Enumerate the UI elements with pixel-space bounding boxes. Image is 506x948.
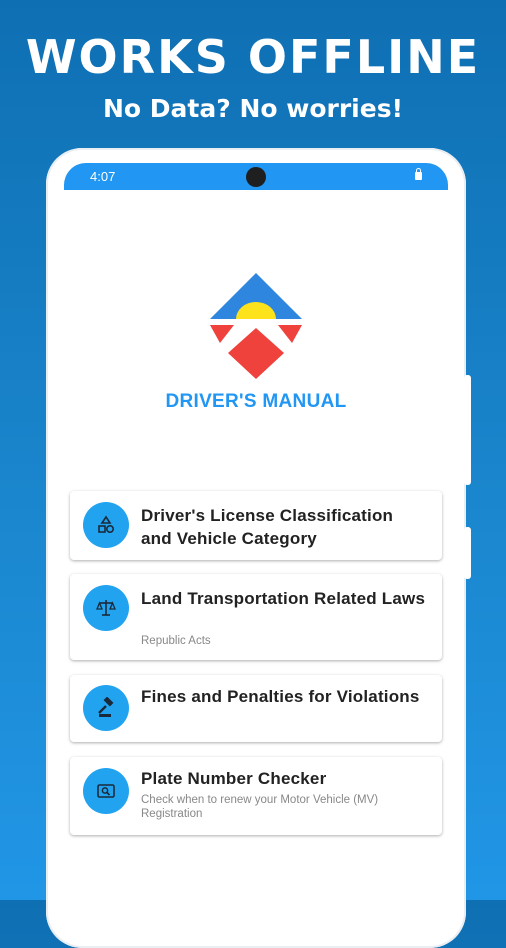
menu-item-license-classification[interactable]: Driver's License Classification and Vehi…	[70, 491, 442, 560]
app-logo	[210, 273, 302, 379]
menu-item-title: Fines and Penalties for Violations	[141, 687, 420, 706]
gavel-icon	[83, 685, 129, 731]
menu-item-subtitle: Republic Acts	[141, 635, 211, 647]
promo-subheadline: No Data? No worries!	[103, 94, 403, 123]
scale-icon	[83, 585, 129, 631]
menu-item-fines-penalties[interactable]: Fines and Penalties for Violations	[70, 675, 442, 742]
menu-item-title: Land Transportation Related Laws	[141, 589, 426, 608]
phone-screen: 4:07 DRIVER'S MANUAL Driver's License Cl…	[64, 163, 448, 923]
shapes-icon	[83, 502, 129, 548]
status-time: 4:07	[90, 169, 116, 184]
menu-item-plate-checker[interactable]: Plate Number Checker Check when to renew…	[70, 757, 442, 835]
plate-search-icon	[83, 768, 129, 814]
power-button	[464, 527, 471, 579]
menu-item-transportation-laws[interactable]: Land Transportation Related Laws Republi…	[70, 574, 442, 660]
status-bar: 4:07	[64, 163, 448, 190]
menu-item-title: Plate Number Checker	[141, 769, 327, 788]
camera-cutout	[246, 167, 266, 187]
menu-item-title: Driver's License Classification and Vehi…	[141, 506, 394, 548]
volume-button	[464, 375, 471, 485]
promo-headline: WORKS OFFLINE	[25, 30, 481, 84]
app-name: DRIVER'S MANUAL	[165, 391, 347, 412]
lock-icon	[415, 168, 422, 180]
menu-item-subtitle: Check when to renew your Motor Vehicle (…	[141, 794, 379, 820]
